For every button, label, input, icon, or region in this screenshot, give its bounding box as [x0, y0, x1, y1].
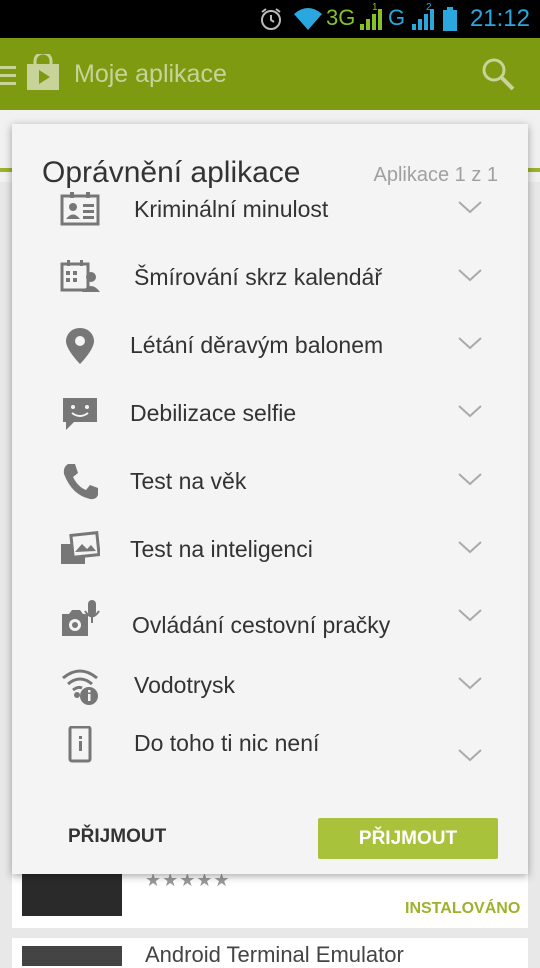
wifi-icon	[294, 8, 322, 30]
permission-item[interactable]: Kriminální minulost	[12, 190, 528, 250]
chevron-down-icon[interactable]	[458, 608, 482, 622]
permission-label: Šmírování skrz kalendář	[134, 264, 382, 290]
calendar-contact-icon	[60, 260, 100, 292]
permission-label: Test na věk	[130, 468, 247, 494]
permission-item[interactable]: Test na věk	[12, 462, 528, 522]
permission-item[interactable]: Vodotrysk	[12, 666, 528, 726]
chevron-down-icon[interactable]	[458, 268, 482, 282]
search-icon[interactable]	[480, 56, 516, 92]
play-store-icon[interactable]	[24, 54, 62, 92]
app-bar-title: Moje aplikace	[74, 60, 227, 88]
status-time: 21:12	[469, 5, 530, 32]
permission-item[interactable]: Šmírování skrz kalendář	[12, 258, 528, 318]
chevron-down-icon[interactable]	[458, 404, 482, 418]
permission-label: Do toho ti nic není	[134, 730, 320, 756]
status-bar: 3G 1 G 2 21:12	[0, 0, 540, 38]
permission-label: Vodotrysk	[134, 672, 235, 698]
signal-icon	[360, 9, 382, 30]
accept-button[interactable]: PŘIJMOUT	[318, 818, 498, 859]
app-name: Android Terminal Emulator	[145, 942, 404, 967]
app-counter: Aplikace 1 z 1	[373, 164, 498, 186]
menu-icon[interactable]	[0, 63, 16, 87]
permission-label: Debilizace selfie	[130, 400, 297, 426]
device-info-icon	[68, 726, 92, 763]
permission-label: Létání děravým balonem	[130, 332, 384, 358]
installed-label: INSTALOVÁNO	[405, 900, 521, 917]
photos-icon	[61, 531, 100, 564]
signal-icon	[412, 9, 434, 30]
permission-item[interactable]: Debilizace selfie	[12, 394, 528, 454]
camera-mic-icon	[62, 600, 100, 636]
location-pin-icon	[66, 328, 94, 364]
chevron-down-icon[interactable]	[458, 748, 482, 762]
app-bar: Moje aplikace	[0, 38, 540, 110]
app-thumbnail	[22, 946, 122, 966]
alarm-icon	[261, 8, 281, 30]
permission-item[interactable]: Ovládání cestovní pračky	[12, 598, 528, 658]
dialog-title: Oprávnění aplikace	[42, 156, 301, 189]
id-card-icon	[60, 192, 100, 226]
message-icon	[63, 398, 97, 430]
battery-icon	[443, 7, 457, 31]
network-type-2: G	[388, 5, 406, 30]
permission-label: Ovládání cestovní pračky	[132, 612, 391, 638]
network-type-1: 3G	[326, 5, 356, 30]
permissions-dialog: Oprávnění aplikace Aplikace 1 z 1 Krimin…	[12, 124, 528, 874]
chevron-down-icon[interactable]	[458, 472, 482, 486]
permission-label: Test na inteligenci	[130, 536, 313, 562]
chevron-down-icon[interactable]	[458, 200, 482, 214]
permission-item[interactable]: Test na inteligenci	[12, 530, 528, 590]
chevron-down-icon[interactable]	[458, 676, 482, 690]
wifi-info-icon	[62, 669, 98, 705]
phone-icon	[63, 464, 98, 500]
chevron-down-icon[interactable]	[458, 540, 482, 554]
permission-label: Kriminální minulost	[134, 196, 329, 222]
permission-item[interactable]: Do toho ti nic není	[12, 726, 528, 796]
accept-text-button[interactable]: PŘIJMOUT	[68, 826, 166, 848]
permission-item[interactable]: Létání děravým balonem	[12, 326, 528, 386]
chevron-down-icon[interactable]	[458, 336, 482, 350]
